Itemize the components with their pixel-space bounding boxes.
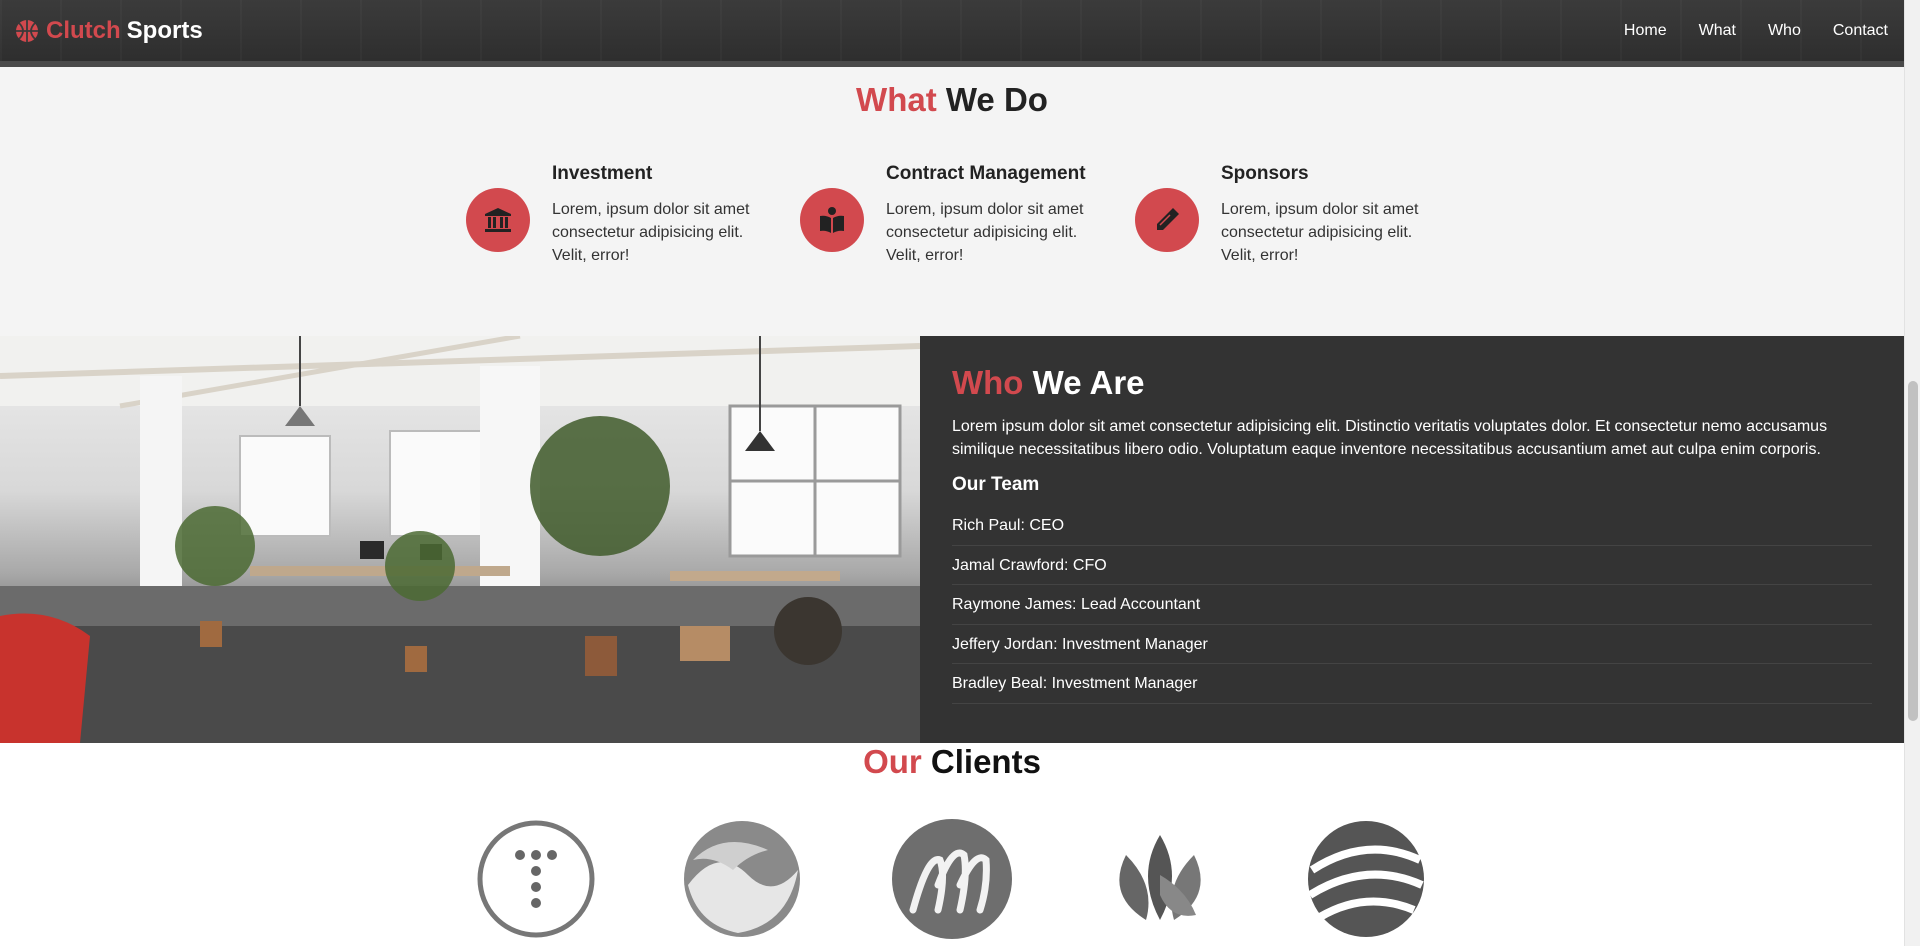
service-text: Lorem, ipsum dolor sit amet consectetur … bbox=[886, 201, 1084, 264]
service-text: Lorem, ipsum dolor sit amet consectetur … bbox=[1221, 201, 1419, 264]
script-m-logo bbox=[888, 815, 1016, 943]
clients-title-rest: Clients bbox=[930, 743, 1041, 780]
t-dots-logo bbox=[472, 815, 600, 943]
who-section: Who We Are Lorem ipsum dolor sit amet co… bbox=[0, 336, 1904, 743]
navbar: Clutch Sports Home What Who Contact bbox=[0, 0, 1904, 67]
who-description: Lorem ipsum dolor sit amet consectetur a… bbox=[952, 418, 1828, 458]
brand-name-rest: Sports bbox=[126, 16, 203, 44]
nav-links: Home What Who Contact bbox=[1624, 22, 1888, 40]
service-investment: Investment Lorem, ipsum dolor sit amet c… bbox=[466, 163, 766, 273]
what-title-rest: We Do bbox=[945, 81, 1048, 118]
service-icon-circle bbox=[1135, 188, 1199, 252]
scrollbar-thumb[interactable] bbox=[1908, 381, 1918, 721]
striped-globe-logo bbox=[1302, 815, 1430, 943]
service-title: Sponsors bbox=[1221, 163, 1309, 184]
team-list: Rich Paul: CEO Jamal Crawford: CFO Raymo… bbox=[952, 506, 1872, 704]
who-title-rest: We Are bbox=[1032, 364, 1145, 401]
service-title: Contract Management bbox=[886, 163, 1086, 184]
service-text: Lorem, ipsum dolor sit amet consectetur … bbox=[552, 201, 750, 264]
leaves-logo bbox=[1096, 815, 1224, 943]
brand-logo[interactable]: Clutch Sports bbox=[14, 17, 203, 45]
what-title-accent: What bbox=[856, 81, 937, 118]
clients-title: Our Clients bbox=[0, 743, 1904, 781]
service-sponsors: Sponsors Lorem, ipsum dolor sit amet con… bbox=[1135, 163, 1435, 273]
team-member: Rich Paul: CEO bbox=[952, 506, 1872, 546]
scrollbar[interactable] bbox=[1904, 0, 1920, 946]
clients-title-accent: Our bbox=[863, 743, 922, 780]
nav-what[interactable]: What bbox=[1699, 22, 1736, 40]
what-title: What We Do bbox=[0, 81, 1904, 119]
team-member: Raymone James: Lead Accountant bbox=[952, 585, 1872, 625]
who-panel: Who We Are Lorem ipsum dolor sit amet co… bbox=[920, 336, 1904, 743]
team-heading: Our Team bbox=[952, 474, 1040, 495]
service-title: Investment bbox=[552, 163, 653, 184]
team-member: Jeffery Jordan: Investment Manager bbox=[952, 625, 1872, 664]
basketball-icon bbox=[16, 19, 38, 42]
service-contract-management: Contract Management Lorem, ipsum dolor s… bbox=[800, 163, 1100, 273]
brand-name-accent: Clutch bbox=[46, 16, 121, 44]
nav-contact[interactable]: Contact bbox=[1833, 22, 1888, 40]
team-member: Jamal Crawford: CFO bbox=[952, 546, 1872, 585]
service-icon-circle bbox=[800, 188, 864, 252]
team-member: Bradley Beal: Investment Manager bbox=[952, 664, 1872, 704]
book-icon bbox=[820, 207, 844, 233]
office-illustration bbox=[0, 336, 920, 743]
nav-home[interactable]: Home bbox=[1624, 22, 1667, 40]
who-title-accent: Who bbox=[952, 364, 1024, 401]
clients-section: Our Clients bbox=[0, 743, 1904, 946]
nav-who[interactable]: Who bbox=[1768, 22, 1801, 40]
bank-icon bbox=[485, 208, 511, 232]
who-title: Who We Are bbox=[952, 364, 1145, 402]
office-photo bbox=[0, 336, 920, 743]
what-section: What We Do Investment Lorem, ipsum dolor… bbox=[0, 67, 1904, 336]
pencil-icon bbox=[1157, 208, 1179, 230]
swirl-sphere-logo bbox=[678, 815, 806, 943]
service-icon-circle bbox=[466, 188, 530, 252]
